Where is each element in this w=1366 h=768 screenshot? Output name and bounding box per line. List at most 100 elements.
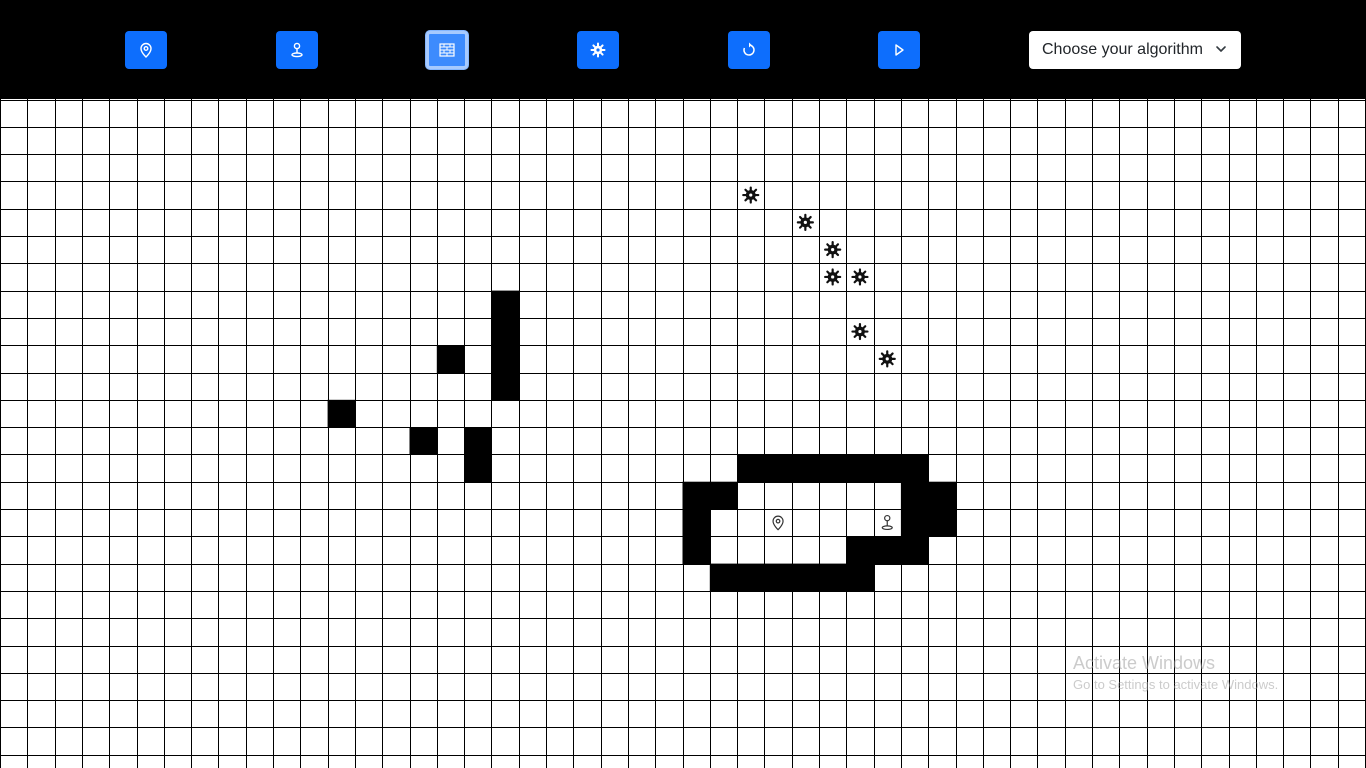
grid-cell[interactable] [1037, 290, 1065, 318]
grid-cell[interactable] [791, 399, 819, 428]
grid-cell[interactable] [191, 399, 219, 428]
grid-cell[interactable] [627, 618, 656, 646]
grid-cell[interactable] [136, 454, 164, 482]
grid-cell[interactable] [1337, 509, 1365, 537]
grid-cell[interactable] [218, 181, 246, 209]
grid-cell[interactable] [191, 563, 219, 591]
grid-cell[interactable] [191, 509, 219, 537]
grid-cell[interactable] [1283, 481, 1311, 509]
grid-cell[interactable] [300, 317, 328, 346]
grid-cell[interactable] [600, 536, 628, 564]
grid-cell[interactable] [1201, 290, 1229, 318]
grid-cell[interactable] [27, 399, 55, 428]
grid-cell[interactable] [737, 154, 765, 182]
grid-cell[interactable] [1092, 99, 1120, 127]
grid-cell[interactable] [81, 126, 110, 155]
grid-cell[interactable] [1228, 645, 1256, 673]
grid-cell[interactable] [1310, 645, 1338, 673]
grid-cell[interactable] [928, 154, 956, 182]
grid-canvas[interactable] [0, 99, 1366, 768]
grid-cell[interactable] [546, 236, 574, 264]
grid-cell[interactable] [764, 236, 792, 264]
grid-cell[interactable] [627, 454, 656, 482]
grid-cell[interactable] [464, 317, 492, 346]
grid-cell[interactable] [1337, 99, 1365, 127]
grid-cell[interactable] [300, 536, 328, 564]
grid-cell[interactable] [1255, 427, 1284, 455]
grid-cell[interactable] [546, 372, 574, 400]
wall-cell[interactable] [682, 481, 711, 510]
add-wall-button[interactable] [426, 31, 468, 69]
grid-cell[interactable] [354, 509, 383, 537]
grid-cell[interactable] [873, 154, 901, 182]
grid-cells[interactable] [0, 99, 1365, 768]
grid-cell[interactable] [245, 345, 273, 373]
grid-cell[interactable] [737, 317, 765, 346]
grid-cell[interactable] [573, 154, 601, 182]
grid-cell[interactable] [81, 645, 110, 673]
grid-cell[interactable] [436, 754, 465, 768]
grid-cell[interactable] [436, 99, 465, 127]
grid-cell[interactable] [709, 618, 738, 646]
grid-cell[interactable] [218, 536, 246, 564]
grid-cell[interactable] [27, 126, 55, 155]
grid-cell[interactable] [1092, 181, 1120, 209]
grid-cell[interactable] [1310, 481, 1338, 509]
grid-cell[interactable] [109, 427, 137, 455]
grid-cell[interactable] [600, 427, 628, 455]
grid-cell[interactable] [846, 427, 874, 455]
grid-cell[interactable] [1283, 727, 1311, 755]
wall-cell[interactable] [819, 454, 847, 483]
grid-cell[interactable] [27, 345, 55, 373]
grid-cell[interactable] [1092, 126, 1120, 155]
grid-cell[interactable] [655, 727, 683, 755]
grid-cell[interactable] [1255, 727, 1284, 755]
grid-cell[interactable] [546, 563, 574, 591]
grid-cell[interactable] [982, 236, 1011, 264]
grid-cell[interactable] [873, 645, 901, 673]
grid-cell[interactable] [1119, 481, 1147, 509]
grid-cell[interactable] [573, 317, 601, 346]
grid-cell[interactable] [491, 181, 519, 209]
grid-cell[interactable] [655, 181, 683, 209]
grid-cell[interactable] [218, 727, 246, 755]
grid-cell[interactable] [191, 181, 219, 209]
grid-cell[interactable] [819, 317, 847, 346]
grid-cell[interactable] [627, 727, 656, 755]
grid-cell[interactable] [737, 427, 765, 455]
grid-cell[interactable] [737, 700, 765, 728]
grid-cell[interactable] [81, 263, 110, 291]
grid-cell[interactable] [354, 672, 383, 701]
grid-cell[interactable] [928, 236, 956, 264]
grid-cell[interactable] [436, 590, 465, 619]
grid-cell[interactable] [791, 590, 819, 619]
grid-cell[interactable] [1092, 645, 1120, 673]
grid-cell[interactable] [655, 236, 683, 264]
wall-cell[interactable] [846, 536, 875, 565]
grid-cell[interactable] [1092, 154, 1120, 182]
grid-cell[interactable] [1337, 563, 1365, 591]
grid-cell[interactable] [1092, 536, 1120, 564]
grid-cell[interactable] [54, 618, 82, 646]
grid-cell[interactable] [1010, 700, 1038, 728]
add-start-button[interactable] [125, 31, 167, 69]
grid-cell[interactable] [81, 563, 110, 591]
grid-cell[interactable] [873, 618, 901, 646]
grid-cell[interactable] [682, 645, 710, 673]
grid-cell[interactable] [682, 618, 710, 646]
grid-cell[interactable] [1310, 590, 1338, 619]
grid-cell[interactable] [709, 590, 738, 619]
grid-cell[interactable] [81, 454, 110, 482]
grid-cell[interactable] [791, 290, 819, 318]
grid-cell[interactable] [1092, 509, 1120, 537]
grid-cell[interactable] [1064, 99, 1092, 127]
grid-cell[interactable] [900, 672, 929, 701]
grid-cell[interactable] [245, 372, 273, 400]
grid-cell[interactable] [136, 345, 164, 373]
grid-cell[interactable] [1010, 236, 1038, 264]
grid-cell[interactable] [409, 727, 437, 755]
grid-cell[interactable] [1010, 727, 1038, 755]
grid-cell[interactable] [163, 672, 192, 701]
grid-cell[interactable] [1310, 399, 1338, 428]
grid-cell[interactable] [436, 427, 465, 455]
